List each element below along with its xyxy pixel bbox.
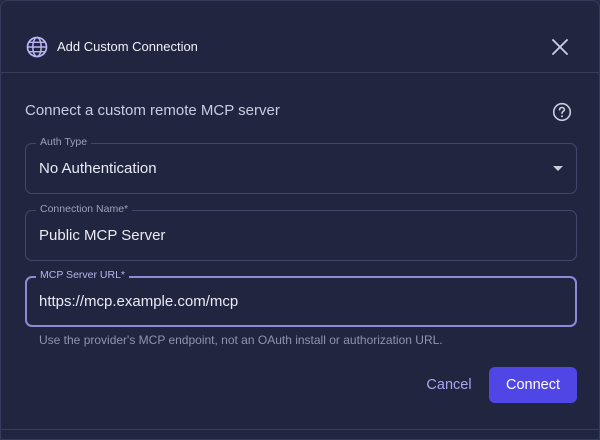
connection-name-value: Public MCP Server xyxy=(39,227,166,244)
auth-type-value: No Authentication xyxy=(39,160,157,177)
connect-button[interactable]: Connect xyxy=(489,367,577,403)
server-url-value: https://mcp.example.com/mcp xyxy=(39,293,239,310)
intro-text: Connect a custom remote MCP server xyxy=(25,102,280,119)
connection-name-field[interactable]: Connection Name* Public MCP Server xyxy=(25,203,577,261)
cancel-button[interactable]: Cancel xyxy=(413,367,485,403)
dialog-title: Add Custom Connection xyxy=(57,39,198,54)
required-mark: * xyxy=(124,203,129,215)
globe-icon xyxy=(26,36,48,58)
server-url-hint: Use the provider's MCP endpoint, not an … xyxy=(39,333,443,347)
add-connection-dialog: Add Custom Connection Connect a custom r… xyxy=(0,0,600,440)
chevron-down-icon[interactable] xyxy=(553,166,563,171)
footer-divider xyxy=(1,429,599,430)
dialog-header: Add Custom Connection xyxy=(1,1,599,73)
help-circle-icon[interactable] xyxy=(552,102,572,122)
connection-name-label: Connection Name* xyxy=(36,203,133,215)
required-mark: * xyxy=(120,269,126,281)
auth-type-label: Auth Type xyxy=(36,136,92,148)
server-url-label: MCP Server URL* xyxy=(36,269,130,281)
auth-type-select[interactable]: Auth Type No Authentication xyxy=(25,136,577,194)
server-url-field[interactable]: MCP Server URL* https://mcp.example.com/… xyxy=(25,269,577,327)
close-icon[interactable] xyxy=(549,36,571,58)
